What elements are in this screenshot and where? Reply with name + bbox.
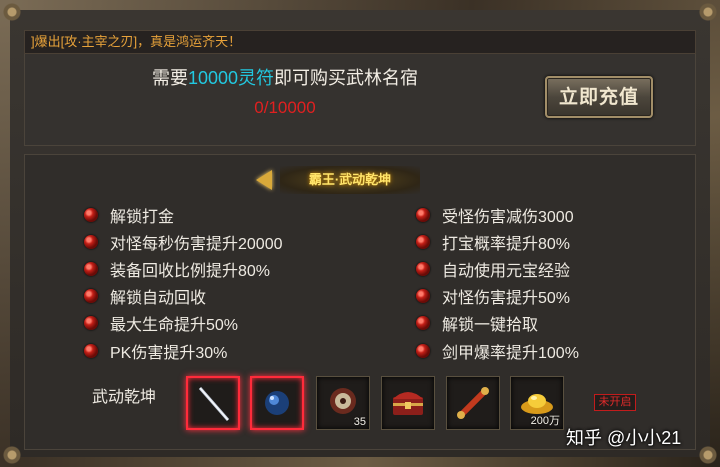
red-orb-icon	[416, 234, 430, 249]
red-orb-icon	[84, 261, 98, 276]
red-orb-icon	[416, 343, 430, 358]
scroll-icon	[457, 387, 489, 419]
need-suffix: 即可购买武林名宿	[274, 68, 419, 88]
perk-label: 装备回收比例提升80%	[110, 262, 271, 280]
perk-label: 受怪伤害减伤3000	[442, 208, 574, 226]
perk-item: 剑甲爆率提升100%	[416, 337, 579, 364]
perk-label: 解锁自动回收	[110, 290, 207, 308]
frame-corner-ornament	[0, 443, 24, 467]
perk-label: 最大生命提升50%	[110, 317, 239, 335]
watermark: 知乎 @小小21	[566, 428, 682, 448]
frame-corner-ornament	[0, 0, 24, 24]
perk-item: 对怪每秒伤害提升20000	[84, 228, 283, 255]
perk-item: 打宝概率提升80%	[416, 228, 579, 255]
reward-slot-disc[interactable]: 35	[316, 376, 370, 430]
perk-item: 解锁一键拾取	[416, 310, 579, 337]
perks-list-left: 解锁打金 对怪每秒伤害提升20000 装备回收比例提升80% 解锁自动回收 最大…	[84, 201, 283, 364]
system-ticker: ]爆出[攻·主宰之刃]，真是鸿运齐天！	[24, 30, 696, 54]
perk-label: 自动使用元宝经验	[442, 262, 571, 280]
frame-corner-ornament	[696, 0, 720, 24]
red-orb-icon	[84, 289, 98, 304]
perk-item: 解锁打金	[84, 201, 283, 228]
reward-slot-chest[interactable]	[381, 376, 435, 430]
perk-label: 剑甲爆率提升100%	[442, 344, 579, 362]
perk-item: 最大生命提升50%	[84, 310, 283, 337]
perk-label: 打宝概率提升80%	[442, 235, 571, 253]
purchase-panel: 需要10000灵符即可购买武林名宿 0/10000 立即充值	[24, 54, 696, 146]
perk-item: 自动使用元宝经验	[416, 255, 579, 282]
reward-slot-orb[interactable]	[250, 376, 304, 430]
red-orb-icon	[84, 316, 98, 331]
item-quantity: 200万	[530, 415, 560, 427]
red-orb-icon	[84, 343, 98, 358]
red-orb-icon	[416, 207, 430, 222]
reward-slot-sword[interactable]	[186, 376, 240, 430]
frame-corner-ornament	[696, 443, 720, 467]
reward-slot-scroll[interactable]	[446, 376, 500, 430]
status-badge: 未开启	[594, 394, 636, 411]
item-quantity: 35	[353, 416, 366, 428]
red-orb-icon	[416, 261, 430, 276]
purchase-progress: 0/10000	[254, 98, 316, 117]
perk-label: 对怪伤害提升50%	[442, 290, 571, 308]
sword-icon	[198, 387, 230, 421]
perk-item: 装备回收比例提升80%	[84, 255, 283, 282]
perk-item: PK伤害提升30%	[84, 337, 283, 364]
section-title: 霸王·武动乾坤	[280, 166, 420, 194]
red-orb-icon	[84, 207, 98, 222]
perk-item: 解锁自动回收	[84, 283, 283, 310]
perks-list-right: 受怪伤害减伤3000 打宝概率提升80% 自动使用元宝经验 对怪伤害提升50% …	[416, 201, 579, 364]
perk-label: PK伤害提升30%	[110, 344, 228, 362]
title-arrow-icon	[256, 170, 272, 190]
recharge-button[interactable]: 立即充值	[545, 76, 653, 118]
red-orb-icon	[416, 289, 430, 304]
blue-orb-icon	[265, 391, 289, 415]
red-orb-icon	[84, 234, 98, 249]
perk-item: 对怪伤害提升50%	[416, 283, 579, 310]
treasure-chest-icon	[393, 392, 423, 415]
red-orb-icon	[416, 316, 430, 331]
reward-slot-ingot[interactable]: 200万	[510, 376, 564, 430]
need-amount: 10000灵符	[187, 68, 275, 88]
perk-label: 对怪每秒伤害提升20000	[110, 235, 283, 253]
perk-label: 解锁打金	[110, 208, 175, 226]
purchase-requirement: 需要10000灵符即可购买武林名宿	[25, 64, 545, 90]
perk-item: 受怪伤害减伤3000	[416, 201, 579, 228]
perk-label: 解锁一键拾取	[442, 317, 539, 335]
rewards-label: 武动乾坤	[92, 389, 157, 406]
need-prefix: 需要	[151, 68, 188, 88]
